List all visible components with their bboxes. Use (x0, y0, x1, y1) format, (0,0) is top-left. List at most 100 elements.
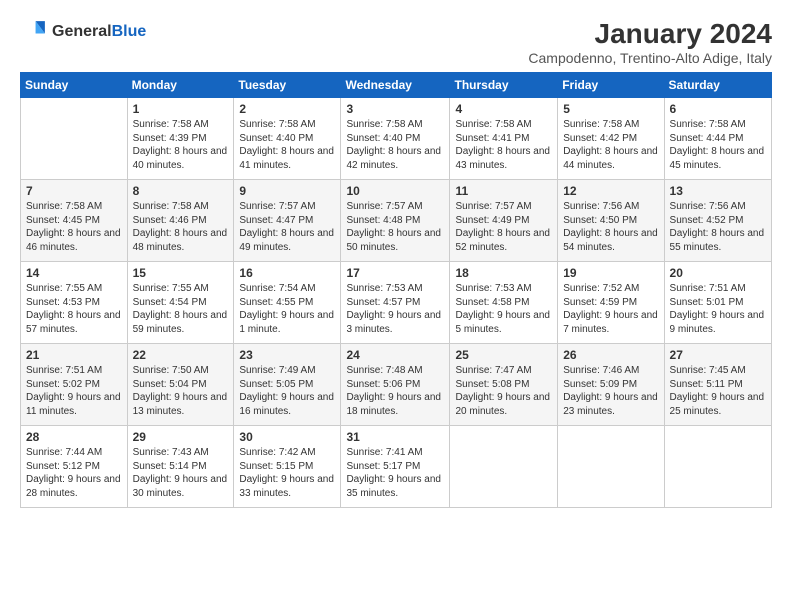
logo-icon (20, 18, 48, 46)
day-cell: 7 Sunrise: 7:58 AM Sunset: 4:45 PM Daylig… (21, 180, 128, 262)
day-info: Sunrise: 7:52 AM Sunset: 4:59 PM Dayligh… (563, 282, 658, 336)
week-row-1: 1 Sunrise: 7:58 AM Sunset: 4:39 PM Daylig… (21, 98, 772, 180)
day-cell: 20 Sunrise: 7:51 AM Sunset: 5:01 PM Dayli… (664, 262, 771, 344)
week-row-4: 21Sunrise: 7:51 AM Sunset: 5:02 PM Dayli… (21, 344, 772, 426)
day-number: 13 (670, 184, 766, 198)
calendar-title: January 2024 (528, 18, 772, 50)
day-cell (558, 426, 664, 508)
day-cell: 5 Sunrise: 7:58 AM Sunset: 4:42 PM Daylig… (558, 98, 664, 180)
day-info: Sunrise: 7:54 AM Sunset: 4:55 PM Dayligh… (239, 282, 335, 336)
day-info: Sunrise: 7:53 AM Sunset: 4:58 PM Dayligh… (455, 282, 552, 336)
day-cell: 11Sunrise: 7:57 AM Sunset: 4:49 PM Dayli… (450, 180, 558, 262)
day-cell: 12 Sunrise: 7:56 AM Sunset: 4:50 PM Dayli… (558, 180, 664, 262)
day-number: 24 (346, 348, 444, 362)
day-cell: 15Sunrise: 7:55 AM Sunset: 4:54 PM Dayli… (127, 262, 234, 344)
day-cell: 6 Sunrise: 7:58 AM Sunset: 4:44 PM Daylig… (664, 98, 771, 180)
day-number: 4 (455, 102, 552, 116)
day-cell: 10Sunrise: 7:57 AM Sunset: 4:48 PM Dayli… (341, 180, 450, 262)
logo-blue: Blue (112, 23, 147, 40)
day-cell: 9 Sunrise: 7:57 AM Sunset: 4:47 PM Daylig… (234, 180, 341, 262)
day-cell: 27Sunrise: 7:45 AM Sunset: 5:11 PM Dayli… (664, 344, 771, 426)
day-cell: 21Sunrise: 7:51 AM Sunset: 5:02 PM Dayli… (21, 344, 128, 426)
day-number: 5 (563, 102, 658, 116)
day-number: 16 (239, 266, 335, 280)
day-cell: 2 Sunrise: 7:58 AM Sunset: 4:40 PM Daylig… (234, 98, 341, 180)
day-info: Sunrise: 7:41 AM Sunset: 5:17 PM Dayligh… (346, 446, 444, 500)
day-cell: 18 Sunrise: 7:53 AM Sunset: 4:58 PM Dayli… (450, 262, 558, 344)
day-info: Sunrise: 7:57 AM Sunset: 4:47 PM Dayligh… (239, 200, 335, 254)
day-number: 7 (26, 184, 122, 198)
day-cell: 4Sunrise: 7:58 AM Sunset: 4:41 PM Daylig… (450, 98, 558, 180)
day-number: 12 (563, 184, 658, 198)
day-cell: 29Sunrise: 7:43 AM Sunset: 5:14 PM Dayli… (127, 426, 234, 508)
day-cell: 28Sunrise: 7:44 AM Sunset: 5:12 PM Dayli… (21, 426, 128, 508)
day-number: 14 (26, 266, 122, 280)
day-info: Sunrise: 7:58 AM Sunset: 4:44 PM Dayligh… (670, 118, 766, 172)
day-info: Sunrise: 7:45 AM Sunset: 5:11 PM Dayligh… (670, 364, 766, 418)
col-tuesday: Tuesday (234, 73, 341, 98)
day-number: 28 (26, 430, 122, 444)
day-info: Sunrise: 7:46 AM Sunset: 5:09 PM Dayligh… (563, 364, 658, 418)
day-cell: 26 Sunrise: 7:46 AM Sunset: 5:09 PM Dayli… (558, 344, 664, 426)
day-cell: 19 Sunrise: 7:52 AM Sunset: 4:59 PM Dayli… (558, 262, 664, 344)
day-number: 15 (133, 266, 229, 280)
day-number: 21 (26, 348, 122, 362)
day-info: Sunrise: 7:58 AM Sunset: 4:42 PM Dayligh… (563, 118, 658, 172)
day-info: Sunrise: 7:58 AM Sunset: 4:40 PM Dayligh… (346, 118, 444, 172)
day-info: Sunrise: 7:58 AM Sunset: 4:39 PM Dayligh… (133, 118, 229, 172)
day-info: Sunrise: 7:58 AM Sunset: 4:46 PM Dayligh… (133, 200, 229, 254)
day-info: Sunrise: 7:42 AM Sunset: 5:15 PM Dayligh… (239, 446, 335, 500)
day-cell: 14Sunrise: 7:55 AM Sunset: 4:53 PM Dayli… (21, 262, 128, 344)
day-info: Sunrise: 7:58 AM Sunset: 4:45 PM Dayligh… (26, 200, 122, 254)
col-wednesday: Wednesday (341, 73, 450, 98)
day-info: Sunrise: 7:43 AM Sunset: 5:14 PM Dayligh… (133, 446, 229, 500)
day-number: 6 (670, 102, 766, 116)
col-monday: Monday (127, 73, 234, 98)
day-number: 9 (239, 184, 335, 198)
day-number: 20 (670, 266, 766, 280)
day-info: Sunrise: 7:56 AM Sunset: 4:52 PM Dayligh… (670, 200, 766, 254)
day-number: 25 (455, 348, 552, 362)
day-number: 18 (455, 266, 552, 280)
day-number: 30 (239, 430, 335, 444)
day-cell (450, 426, 558, 508)
day-number: 22 (133, 348, 229, 362)
day-info: Sunrise: 7:57 AM Sunset: 4:48 PM Dayligh… (346, 200, 444, 254)
day-cell: 8 Sunrise: 7:58 AM Sunset: 4:46 PM Daylig… (127, 180, 234, 262)
col-sunday: Sunday (21, 73, 128, 98)
day-number: 17 (346, 266, 444, 280)
day-number: 19 (563, 266, 658, 280)
day-number: 3 (346, 102, 444, 116)
day-number: 31 (346, 430, 444, 444)
calendar-body: 1 Sunrise: 7:58 AM Sunset: 4:39 PM Daylig… (21, 98, 772, 508)
day-info: Sunrise: 7:58 AM Sunset: 4:40 PM Dayligh… (239, 118, 335, 172)
logo: GeneralBlue (20, 18, 146, 46)
day-info: Sunrise: 7:51 AM Sunset: 5:01 PM Dayligh… (670, 282, 766, 336)
day-number: 8 (133, 184, 229, 198)
day-info: Sunrise: 7:53 AM Sunset: 4:57 PM Dayligh… (346, 282, 444, 336)
day-info: Sunrise: 7:49 AM Sunset: 5:05 PM Dayligh… (239, 364, 335, 418)
title-block: January 2024 Campodenno, Trentino-Alto A… (528, 18, 772, 66)
day-cell: 31 Sunrise: 7:41 AM Sunset: 5:17 PM Dayli… (341, 426, 450, 508)
col-friday: Friday (558, 73, 664, 98)
day-cell: 30 Sunrise: 7:42 AM Sunset: 5:15 PM Dayli… (234, 426, 341, 508)
day-cell (21, 98, 128, 180)
col-thursday: Thursday (450, 73, 558, 98)
week-row-5: 28Sunrise: 7:44 AM Sunset: 5:12 PM Dayli… (21, 426, 772, 508)
day-number: 23 (239, 348, 335, 362)
day-cell: 17 Sunrise: 7:53 AM Sunset: 4:57 PM Dayli… (341, 262, 450, 344)
day-number: 11 (455, 184, 552, 198)
week-row-3: 14Sunrise: 7:55 AM Sunset: 4:53 PM Dayli… (21, 262, 772, 344)
day-cell: 16 Sunrise: 7:54 AM Sunset: 4:55 PM Dayli… (234, 262, 341, 344)
day-info: Sunrise: 7:48 AM Sunset: 5:06 PM Dayligh… (346, 364, 444, 418)
day-number: 1 (133, 102, 229, 116)
calendar-table: Sunday Monday Tuesday Wednesday Thursday… (20, 72, 772, 508)
day-cell (664, 426, 771, 508)
day-cell: 1 Sunrise: 7:58 AM Sunset: 4:39 PM Daylig… (127, 98, 234, 180)
day-cell: 24 Sunrise: 7:48 AM Sunset: 5:06 PM Dayli… (341, 344, 450, 426)
day-info: Sunrise: 7:56 AM Sunset: 4:50 PM Dayligh… (563, 200, 658, 254)
day-cell: 13 Sunrise: 7:56 AM Sunset: 4:52 PM Dayli… (664, 180, 771, 262)
day-number: 2 (239, 102, 335, 116)
day-number: 26 (563, 348, 658, 362)
page-container: GeneralBlue January 2024 Campodenno, Tre… (0, 0, 792, 518)
